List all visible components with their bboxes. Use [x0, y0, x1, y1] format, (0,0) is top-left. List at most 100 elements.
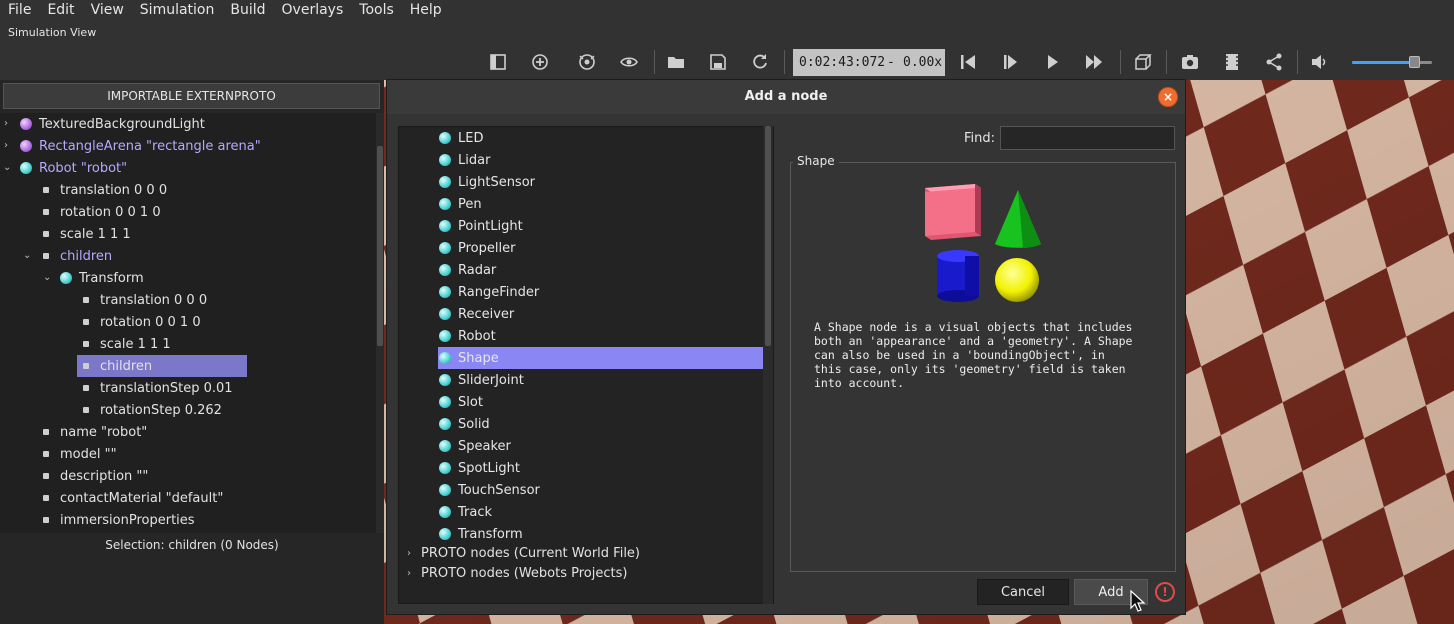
- screenshot-icon[interactable]: [1178, 50, 1202, 74]
- tree-field-rotation[interactable]: rotation 0 0 1 0: [83, 311, 201, 333]
- collapse-arrow-icon[interactable]: ⌄: [3, 163, 13, 173]
- node-list-item-label: Speaker: [458, 438, 511, 454]
- add-node-icon[interactable]: [528, 50, 552, 74]
- tree-field-rotation-step[interactable]: rotationStep 0.262: [83, 399, 222, 421]
- open-world-icon[interactable]: [664, 50, 688, 74]
- menu-view[interactable]: View: [83, 0, 132, 22]
- base-node-icon: [439, 440, 451, 452]
- menu-overlays[interactable]: Overlays: [274, 0, 352, 22]
- field-bullet-icon: [43, 495, 49, 501]
- reset-view-icon[interactable]: [575, 50, 599, 74]
- volume-slider[interactable]: [1352, 61, 1432, 64]
- tree-field-scale[interactable]: scale 1 1 1: [83, 333, 171, 355]
- expand-arrow-icon[interactable]: ›: [4, 119, 14, 129]
- menu-edit[interactable]: Edit: [39, 0, 82, 22]
- tree-field-model[interactable]: model "": [43, 443, 117, 465]
- toolbar-separator: [1166, 50, 1167, 74]
- tree-field-contact-material[interactable]: contactMaterial "default": [43, 487, 223, 509]
- node-list-item[interactable]: RangeFinder: [439, 281, 539, 303]
- volume-icon[interactable]: [1308, 50, 1332, 74]
- tree-node-robot[interactable]: Robot "robot": [20, 157, 127, 179]
- node-description: A Shape node is a visual objects that in…: [814, 320, 1133, 390]
- simulation-speed: 0.00x: [903, 55, 943, 70]
- collapse-arrow-icon[interactable]: ⌄: [23, 251, 33, 261]
- fast-forward-icon[interactable]: [1082, 50, 1106, 74]
- tree-field-label: children: [60, 248, 113, 264]
- find-input[interactable]: [1000, 126, 1175, 150]
- node-list-item[interactable]: PointLight: [439, 215, 523, 237]
- node-list-item[interactable]: LED: [439, 127, 483, 149]
- step-back-icon[interactable]: [956, 50, 980, 74]
- cancel-button[interactable]: Cancel: [977, 579, 1069, 605]
- node-list-item[interactable]: TouchSensor: [439, 479, 540, 501]
- node-list-item[interactable]: Radar: [439, 259, 496, 281]
- save-world-icon[interactable]: [706, 50, 730, 74]
- node-list-item[interactable]: SpotLight: [439, 457, 520, 479]
- node-list-item-label: SliderJoint: [458, 372, 524, 388]
- movie-icon[interactable]: [1220, 50, 1244, 74]
- tree-node-textured-background-light[interactable]: TexturedBackgroundLight: [20, 113, 205, 135]
- tree-field-description[interactable]: description "": [43, 465, 148, 487]
- base-node-icon: [439, 462, 451, 474]
- node-list-item-label: SpotLight: [458, 460, 520, 476]
- group-proto-current-world[interactable]: › PROTO nodes (Current World File): [407, 543, 640, 563]
- node-list-item[interactable]: Track: [439, 501, 492, 523]
- node-list-scrollbar-thumb[interactable]: [765, 126, 771, 346]
- group-proto-webots-projects[interactable]: › PROTO nodes (Webots Projects): [407, 563, 627, 583]
- tree-field-name[interactable]: name "robot": [43, 421, 147, 443]
- node-list-item[interactable]: Shape: [439, 347, 499, 369]
- menu-help[interactable]: Help: [402, 0, 450, 22]
- scene-tree-scrollbar-thumb[interactable]: [377, 146, 383, 346]
- node-list-item[interactable]: Receiver: [439, 303, 514, 325]
- tree-field-children[interactable]: children: [43, 245, 112, 267]
- node-type-list: LED Lidar LightSensor Pen PointLight Propelle…: [398, 126, 774, 604]
- expand-arrow-icon[interactable]: ›: [407, 548, 421, 559]
- expand-arrow-icon[interactable]: ›: [407, 568, 421, 579]
- tree-field-scale[interactable]: scale 1 1 1: [43, 223, 131, 245]
- node-list-item[interactable]: Pen: [439, 193, 482, 215]
- field-bullet-icon: [43, 231, 49, 237]
- node-list-item[interactable]: Speaker: [439, 435, 511, 457]
- node-list-item[interactable]: Propeller: [439, 237, 515, 259]
- base-node-icon: [439, 220, 451, 232]
- step-icon[interactable]: [998, 50, 1022, 74]
- tree-field-rotation[interactable]: rotation 0 0 1 0: [43, 201, 161, 223]
- base-node-icon: [439, 242, 451, 254]
- menu-build[interactable]: Build: [222, 0, 273, 22]
- reload-world-icon[interactable]: [748, 50, 772, 74]
- play-icon[interactable]: [1040, 50, 1064, 74]
- menu-simulation[interactable]: Simulation: [132, 0, 223, 22]
- node-list-item[interactable]: Transform: [439, 523, 523, 545]
- warning-icon[interactable]: !: [1155, 582, 1175, 602]
- base-node-icon: [439, 330, 451, 342]
- volume-slider-handle[interactable]: [1409, 56, 1420, 68]
- collapse-arrow-icon[interactable]: ⌄: [43, 273, 53, 283]
- tree-field-translation[interactable]: translation 0 0 0: [83, 289, 207, 311]
- node-list-item[interactable]: Slot: [439, 391, 483, 413]
- node-list-item-label: Receiver: [458, 306, 515, 322]
- tree-field-immersion-properties[interactable]: immersionProperties: [43, 509, 195, 531]
- expand-arrow-icon[interactable]: ›: [4, 141, 14, 151]
- node-list-item[interactable]: LightSensor: [439, 171, 535, 193]
- toggle-scene-tree-icon[interactable]: [486, 50, 510, 74]
- tree-field-label: rotationStep 0.262: [100, 402, 222, 418]
- tree-field-children-selected[interactable]: children: [83, 355, 152, 377]
- node-list-item[interactable]: Robot: [439, 325, 496, 347]
- menu-file[interactable]: File: [0, 0, 39, 22]
- share-icon[interactable]: [1262, 50, 1286, 74]
- visibility-icon[interactable]: [617, 50, 641, 74]
- node-list-item[interactable]: Lidar: [439, 149, 490, 171]
- node-list-item[interactable]: SliderJoint: [439, 369, 524, 391]
- tree-node-rectangle-arena[interactable]: RectangleArena "rectangle arena": [20, 135, 261, 157]
- view-cube-icon[interactable]: [1131, 50, 1155, 74]
- field-bullet-icon: [83, 341, 89, 347]
- tree-field-translation-step[interactable]: translationStep 0.01: [83, 377, 233, 399]
- node-list-item-label: Radar: [458, 262, 497, 278]
- importable-externproto-button[interactable]: IMPORTABLE EXTERNPROTO: [3, 83, 380, 109]
- node-list-item-label: Propeller: [458, 240, 516, 256]
- tree-field-translation[interactable]: translation 0 0 0: [43, 179, 167, 201]
- tree-node-transform[interactable]: Transform: [60, 267, 144, 289]
- close-icon[interactable]: ×: [1158, 87, 1178, 107]
- menu-tools[interactable]: Tools: [351, 0, 402, 22]
- node-list-item[interactable]: Solid: [439, 413, 490, 435]
